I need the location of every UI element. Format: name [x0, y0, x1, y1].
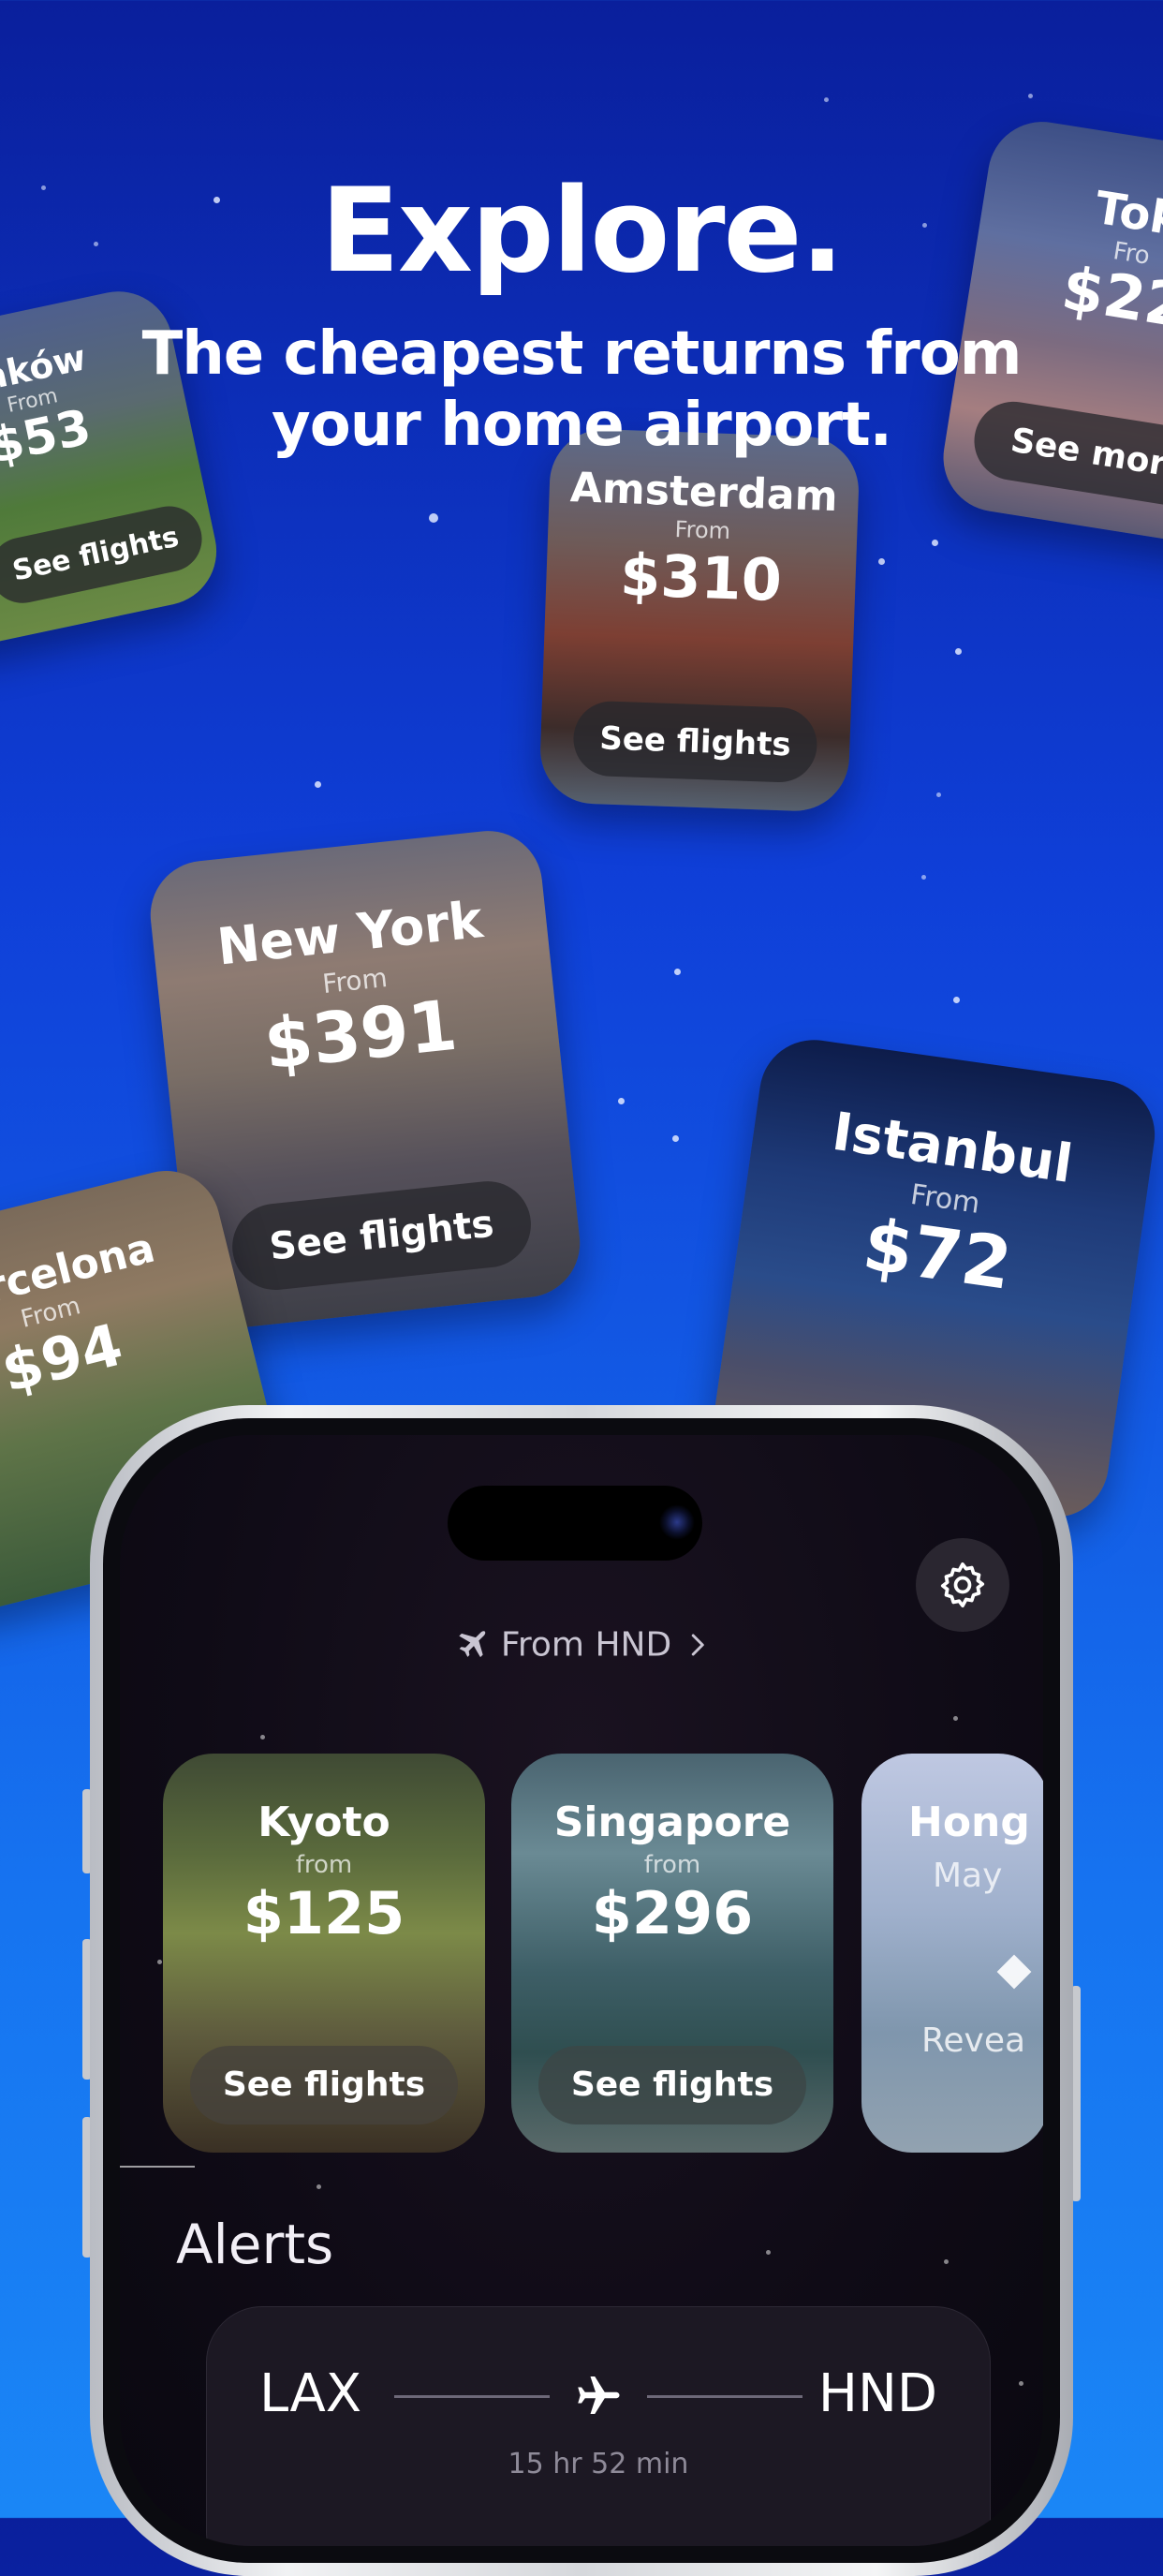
star: [618, 1098, 625, 1104]
card-price: $125: [243, 1879, 405, 1947]
star: [674, 969, 681, 975]
front-camera: [659, 1504, 695, 1540]
airplane-icon: [459, 1631, 486, 1658]
card-price: $296: [591, 1879, 754, 1947]
star: [429, 513, 438, 523]
see-flights-button[interactable]: See flights: [538, 2046, 806, 2124]
see-flights-button[interactable]: See flights: [572, 700, 818, 784]
star: [824, 97, 829, 102]
chevron-right-icon: [691, 1634, 704, 1656]
star: [953, 997, 960, 1003]
star: [315, 781, 321, 788]
star: [766, 2250, 771, 2255]
airplane-icon: [578, 2376, 620, 2414]
gear-icon: [940, 1562, 985, 1608]
card-from-label: from: [643, 1851, 701, 1879]
see-flights-button[interactable]: See flights: [0, 499, 209, 610]
card-city: Kyoto: [258, 1799, 390, 1846]
see-flights-button[interactable]: See flights: [228, 1177, 536, 1295]
star: [936, 792, 941, 797]
origin-selector[interactable]: From HND: [120, 1624, 1043, 1665]
phone-mockup: From HND Kyoto from $125 See flights Sin…: [90, 1405, 1073, 2576]
star: [157, 1960, 162, 1964]
star: [955, 648, 962, 655]
star: [672, 1135, 679, 1142]
star: [878, 558, 885, 565]
card-price: $310: [619, 540, 784, 615]
star: [260, 1735, 265, 1740]
see-flights-button[interactable]: See flights: [190, 2046, 458, 2124]
route-line: [394, 2395, 550, 2398]
card-city: Singapore: [553, 1799, 791, 1846]
hero-subtitle: The cheapest returns from your home airp…: [141, 319, 1023, 460]
star: [932, 540, 938, 546]
star: [953, 1716, 958, 1721]
card-from-label: from: [295, 1851, 353, 1879]
star: [317, 2184, 321, 2189]
diamond-icon: [996, 1954, 1032, 1990]
star: [1019, 2381, 1023, 2386]
app-screen: From HND Kyoto from $125 See flights Sin…: [120, 1435, 1043, 2546]
plane-trail: [120, 2166, 195, 2168]
card-city: Hong: [908, 1799, 1030, 1846]
star: [944, 2259, 949, 2264]
alerts-heading: Alerts: [176, 2213, 334, 2276]
hero-title: Explore.: [320, 164, 845, 299]
reveal-button[interactable]: Revea: [921, 2021, 1025, 2060]
destination-card-amsterdam[interactable]: Amsterdam From $310 See flights: [538, 427, 861, 813]
route-line: [647, 2395, 802, 2398]
alert-route-card[interactable]: LAX HND 15 hr 52 min: [206, 2306, 991, 2546]
settings-button[interactable]: [916, 1538, 1009, 1632]
star: [1028, 94, 1033, 98]
origin-label: From HND: [500, 1625, 672, 1665]
star: [921, 875, 926, 880]
destination-card-hong-kong[interactable]: Hong May Revea: [861, 1754, 1043, 2153]
route-duration: 15 hr 52 min: [508, 2448, 689, 2480]
card-month-label: May: [933, 1857, 1003, 1895]
destination-card-kyoto[interactable]: Kyoto from $125 See flights: [163, 1754, 485, 2153]
destination-card-singapore[interactable]: Singapore from $296 See flights: [511, 1754, 833, 2153]
route-destination: HND: [817, 2363, 937, 2424]
phone-bezel: From HND Kyoto from $125 See flights Sin…: [103, 1418, 1060, 2563]
route-origin: LAX: [259, 2363, 362, 2424]
